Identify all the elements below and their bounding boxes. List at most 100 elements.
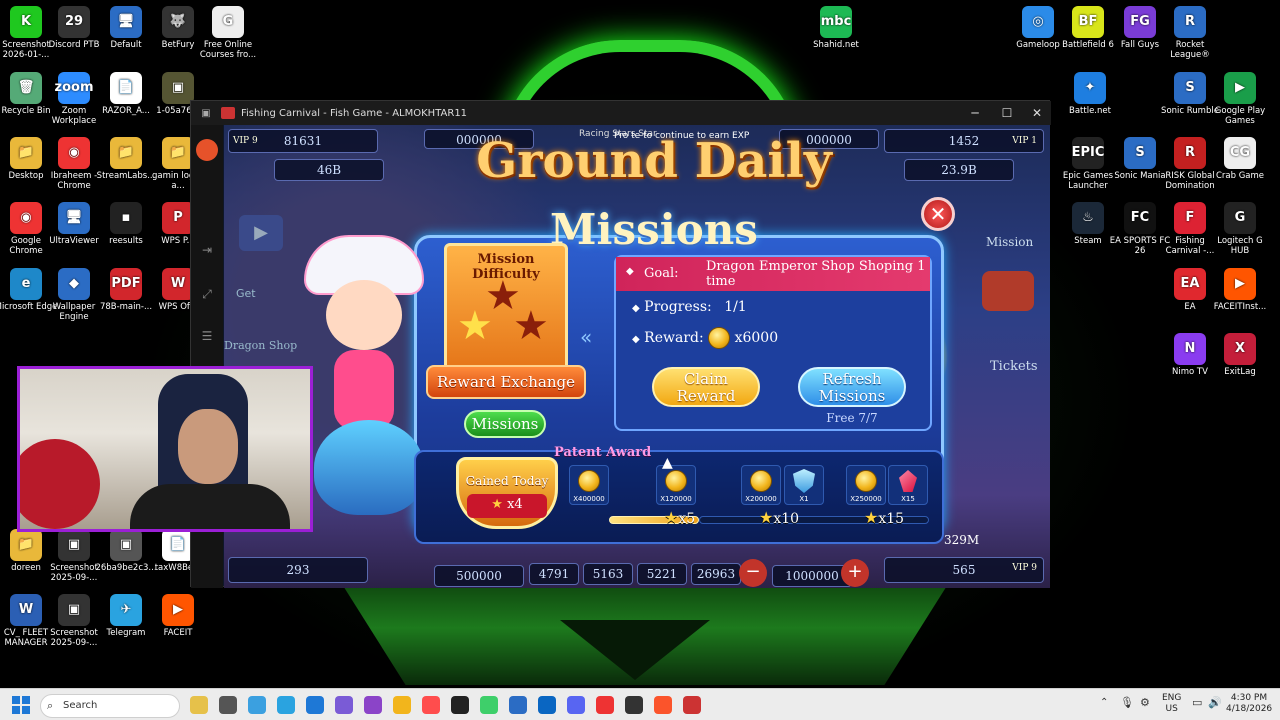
start-button[interactable] — [12, 696, 30, 714]
volume-icon[interactable]: 🔊 — [1208, 696, 1222, 709]
chevron-left-icon[interactable]: « — [580, 325, 592, 349]
app-icon: 🖥 — [58, 202, 90, 234]
app-icon: R — [1174, 6, 1206, 38]
coin-icon — [750, 470, 772, 492]
hud-bottom-right: 565 VIP 9 — [884, 557, 1044, 583]
start-tile — [22, 706, 30, 714]
award-slot[interactable]: X400000 — [569, 465, 609, 505]
store-icon[interactable] — [306, 696, 324, 714]
desktop-icon[interactable]: R Rocket League® — [1158, 6, 1222, 60]
desktop-icon-label: FACEITInst... — [1213, 302, 1267, 312]
edge-icon[interactable] — [277, 696, 295, 714]
clock[interactable]: 4:30 PM 4/18/2026 — [1226, 693, 1272, 715]
desktop-icon[interactable]: ▶ Google Play Games — [1208, 72, 1272, 126]
claim-line1: Claim — [683, 370, 729, 388]
settings-sliders-icon[interactable]: ☰ — [197, 329, 217, 343]
desktop-icon[interactable]: CG Crab Game — [1208, 137, 1272, 181]
copilot-icon[interactable] — [248, 696, 266, 714]
plus-bet-button[interactable]: + — [841, 559, 869, 587]
award-slot[interactable]: X120000 — [656, 465, 696, 505]
app-icon: ▶ — [1224, 268, 1256, 300]
award-slot[interactable]: X200000 — [741, 465, 781, 505]
desktop-icon[interactable]: G Free Online Courses fro... — [196, 6, 260, 60]
discord-icon[interactable] — [567, 696, 585, 714]
brave-icon[interactable] — [654, 696, 672, 714]
taskbar-search[interactable]: ⌕ Search — [40, 694, 180, 718]
tickets-label[interactable]: Tickets — [990, 359, 1038, 374]
hud-bet: 500000 — [434, 565, 524, 587]
coin-icon — [578, 470, 600, 492]
mail-icon[interactable] — [422, 696, 440, 714]
outlook-icon[interactable] — [509, 696, 527, 714]
app-icon: EA — [1174, 268, 1206, 300]
expand-icon[interactable]: ⤢ — [197, 287, 217, 302]
teams-icon[interactable] — [335, 696, 353, 714]
minus-bet-button[interactable]: − — [739, 559, 767, 587]
app-icon: e — [10, 268, 42, 300]
x-icon[interactable] — [451, 696, 469, 714]
gem-icon — [899, 470, 917, 492]
desktop-icon[interactable]: X ExitLag — [1208, 333, 1272, 377]
refresh-line2: Missions — [818, 387, 886, 405]
window-menu-icon[interactable]: ▣ — [191, 108, 221, 119]
reward-exchange-button[interactable]: Reward Exchange — [426, 365, 586, 399]
app-icon: ▣ — [58, 529, 90, 561]
desktop-icon[interactable]: ▶ FACEIT — [146, 594, 210, 638]
webcam-overlay — [17, 366, 313, 532]
close-modal-button[interactable]: ✕ — [921, 197, 955, 231]
obs-icon[interactable] — [625, 696, 643, 714]
desktop-icon[interactable]: ✦ Battle.net — [1058, 72, 1122, 116]
lang-text: ENG — [1162, 693, 1182, 703]
language-indicator[interactable]: ENG US — [1162, 693, 1181, 715]
app-icon: ✦ — [1074, 72, 1106, 104]
play-icon[interactable]: ▶ — [239, 215, 283, 251]
award-slot-qty: X15 — [901, 495, 915, 503]
maximize-button[interactable]: ☐ — [991, 101, 1023, 125]
bet-value: 500000 — [456, 569, 502, 583]
award-slot[interactable]: X1 — [784, 465, 824, 505]
award-slot[interactable]: X250000 — [846, 465, 886, 505]
shield-icon — [793, 469, 815, 493]
refresh-missions-button[interactable]: Refresh Missions — [798, 367, 906, 407]
start-tile — [22, 696, 30, 704]
milestone-marker: ★x10 — [759, 508, 799, 527]
window-titlebar[interactable]: ▣ Fishing Carnival - Fish Game - ALMOKHT… — [191, 101, 1051, 125]
dragon-shop-label[interactable]: Dragon Shop — [224, 339, 297, 352]
game-canvas[interactable]: VIP 9 81631 46B 000000 Racing Stars Star… — [224, 125, 1050, 588]
rocket-icon[interactable] — [982, 271, 1034, 311]
folder-icon[interactable] — [393, 696, 411, 714]
app-icon: S — [1174, 72, 1206, 104]
file-explorer-icon[interactable] — [219, 696, 237, 714]
missions-button[interactable]: Missions — [464, 410, 546, 438]
login-icon[interactable]: ⇥ — [197, 243, 217, 257]
claim-reward-button[interactable]: Claim Reward — [652, 367, 760, 407]
award-slot-qty: X400000 — [573, 495, 605, 503]
desktop-icon[interactable]: ▶ FACEITInst... — [1208, 268, 1272, 312]
avatar[interactable] — [196, 139, 218, 161]
app-icon: CG — [1224, 137, 1256, 169]
vip-badge-bottom: VIP 9 — [1012, 563, 1037, 573]
app-icon: 📁 — [10, 137, 42, 169]
game-icon[interactable] — [683, 696, 701, 714]
mission-side-label[interactable]: Mission — [986, 235, 1033, 249]
close-window-button[interactable]: ✕ — [1021, 101, 1053, 125]
whatsapp-icon[interactable] — [480, 696, 498, 714]
network-icon[interactable]: ⚙ — [1140, 696, 1150, 709]
chrome-icon[interactable] — [596, 696, 614, 714]
minimize-button[interactable]: ─ — [959, 101, 991, 125]
linkedin-icon[interactable] — [538, 696, 556, 714]
star-filled-icon: ★ — [457, 303, 493, 349]
chevron-up-icon[interactable]: ⌃ — [1100, 697, 1108, 708]
game-window: ▣ Fishing Carnival - Fish Game - ALMOKHT… — [190, 100, 1051, 588]
coin-icon — [855, 470, 877, 492]
display-icon[interactable]: ▭ — [1192, 696, 1202, 709]
award-slot[interactable]: X15 — [888, 465, 928, 505]
twitch-icon[interactable] — [364, 696, 382, 714]
desktop-icon[interactable]: G Logitech G HUB — [1208, 202, 1272, 256]
app-icon: 📁 — [10, 529, 42, 561]
task-view-icon[interactable] — [190, 696, 208, 714]
mic-icon[interactable]: 🎙 — [1120, 696, 1134, 709]
hud-counter: 26963 — [691, 563, 741, 585]
mascot-tail — [314, 420, 424, 515]
desktop-icon[interactable]: mbc Shahid.net — [804, 6, 868, 50]
